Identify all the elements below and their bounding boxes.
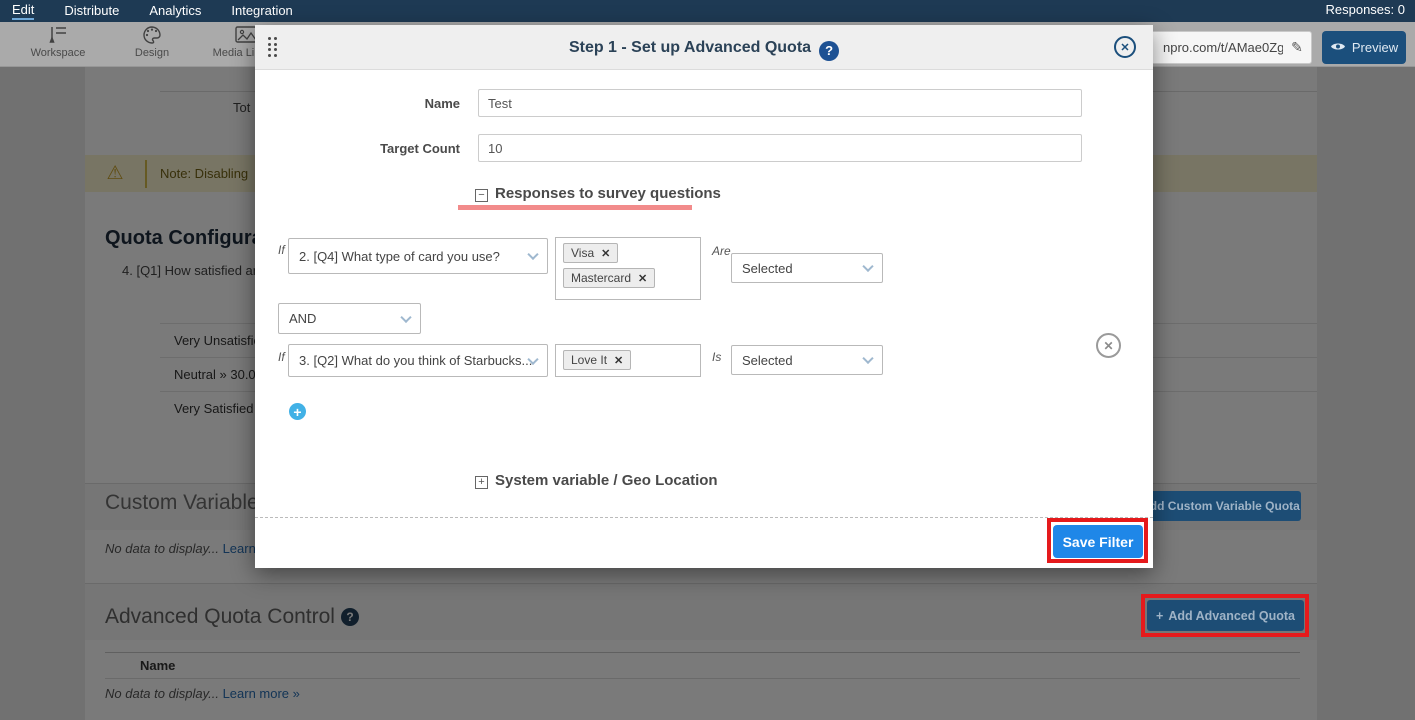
operator-select-1[interactable]: Selected <box>731 253 883 283</box>
add-advanced-quota-label: Add Advanced Quota <box>1168 609 1295 623</box>
question-select-2-value: 3. [Q2] What do you think of Starbucks..… <box>299 353 532 368</box>
modal-header: Step 1 - Set up Advanced Quota? ✕ <box>255 25 1153 70</box>
system-variable-section-toggle[interactable]: + System variable / Geo Location <box>475 472 718 489</box>
responses-count: Responses: 0 <box>1326 2 1406 17</box>
question-select-1-value: 2. [Q4] What type of card you use? <box>299 249 500 264</box>
edit-url-pencil-icon[interactable]: ✎ <box>1283 39 1311 56</box>
target-count-input[interactable] <box>478 134 1082 162</box>
preview-label: Preview <box>1352 40 1398 55</box>
eye-icon <box>1330 40 1346 55</box>
add-custom-variable-quota-button[interactable]: Add Custom Variable Quota <box>1140 491 1301 521</box>
preview-button[interactable]: Preview <box>1322 31 1406 64</box>
question-select-1[interactable]: 2. [Q4] What type of card you use? <box>288 238 548 274</box>
answer-tags-1[interactable]: Visa ✕ Mastercard ✕ <box>555 237 701 300</box>
chevron-down-icon <box>862 353 873 364</box>
modal-title: Step 1 - Set up Advanced Quota? <box>255 25 1153 70</box>
expand-icon[interactable]: + <box>475 476 488 489</box>
chevron-down-icon <box>862 261 873 272</box>
tag-remove-icon[interactable]: ✕ <box>614 355 623 367</box>
operator-select-1-value: Selected <box>742 261 793 276</box>
are-label: Are <box>712 244 731 258</box>
tag-remove-icon[interactable]: ✕ <box>601 248 610 260</box>
operator-select-2-value: Selected <box>742 353 793 368</box>
responses-section-label: Responses to survey questions <box>495 185 721 202</box>
nav-tab-edit[interactable]: Edit <box>12 2 34 20</box>
collapse-icon[interactable]: − <box>475 189 488 202</box>
help-icon[interactable]: ? <box>819 41 839 61</box>
tag-remove-icon[interactable]: ✕ <box>638 273 647 285</box>
footer-divider <box>255 517 1153 518</box>
section-highlight-bar <box>458 205 692 210</box>
tag-label: Visa <box>571 246 594 260</box>
tag-visa[interactable]: Visa ✕ <box>563 243 618 263</box>
operator-select-2[interactable]: Selected <box>731 345 883 375</box>
nav-tab-analytics[interactable]: Analytics <box>149 3 201 19</box>
tag-love-it[interactable]: Love It ✕ <box>563 350 631 370</box>
add-custom-variable-quota-label: Add Custom Variable Quota <box>1141 499 1300 513</box>
top-nav: Edit Distribute Analytics Integration Re… <box>0 0 1415 22</box>
target-count-label: Target Count <box>278 141 460 156</box>
close-icon[interactable]: ✕ <box>1114 36 1136 58</box>
joiner-select[interactable]: AND <box>278 303 421 334</box>
chevron-down-icon <box>400 311 411 322</box>
tag-label: Mastercard <box>571 271 631 285</box>
advanced-quota-modal: Step 1 - Set up Advanced Quota? ✕ Name T… <box>255 25 1153 568</box>
answer-tags-2[interactable]: Love It ✕ <box>555 344 701 377</box>
responses-section-toggle[interactable]: −Responses to survey questions <box>475 185 721 202</box>
nav-tab-distribute[interactable]: Distribute <box>64 3 119 19</box>
modal-title-text: Step 1 - Set up Advanced Quota <box>569 39 811 56</box>
name-input[interactable] <box>478 89 1082 117</box>
chevron-down-icon <box>527 249 538 260</box>
add-condition-icon[interactable]: + <box>289 403 306 420</box>
nav-tab-integration[interactable]: Integration <box>231 3 292 19</box>
remove-condition-icon[interactable]: ✕ <box>1096 333 1121 358</box>
plus-icon: + <box>1156 609 1163 623</box>
question-select-2[interactable]: 3. [Q2] What do you think of Starbucks..… <box>288 344 548 377</box>
tag-label: Love It <box>571 353 607 367</box>
name-label: Name <box>278 96 460 111</box>
if-label: If <box>278 243 285 257</box>
joiner-select-value: AND <box>289 311 316 326</box>
system-variable-section-label: System variable / Geo Location <box>495 472 718 489</box>
is-label: Is <box>712 350 721 364</box>
tag-mastercard[interactable]: Mastercard ✕ <box>563 268 655 288</box>
add-advanced-quota-button[interactable]: + Add Advanced Quota <box>1147 600 1304 631</box>
app: Edit Distribute Analytics Integration Re… <box>0 0 1415 720</box>
drag-handle-icon[interactable] <box>268 37 277 57</box>
if-label: If <box>278 350 285 364</box>
save-filter-button[interactable]: Save Filter <box>1053 525 1143 558</box>
